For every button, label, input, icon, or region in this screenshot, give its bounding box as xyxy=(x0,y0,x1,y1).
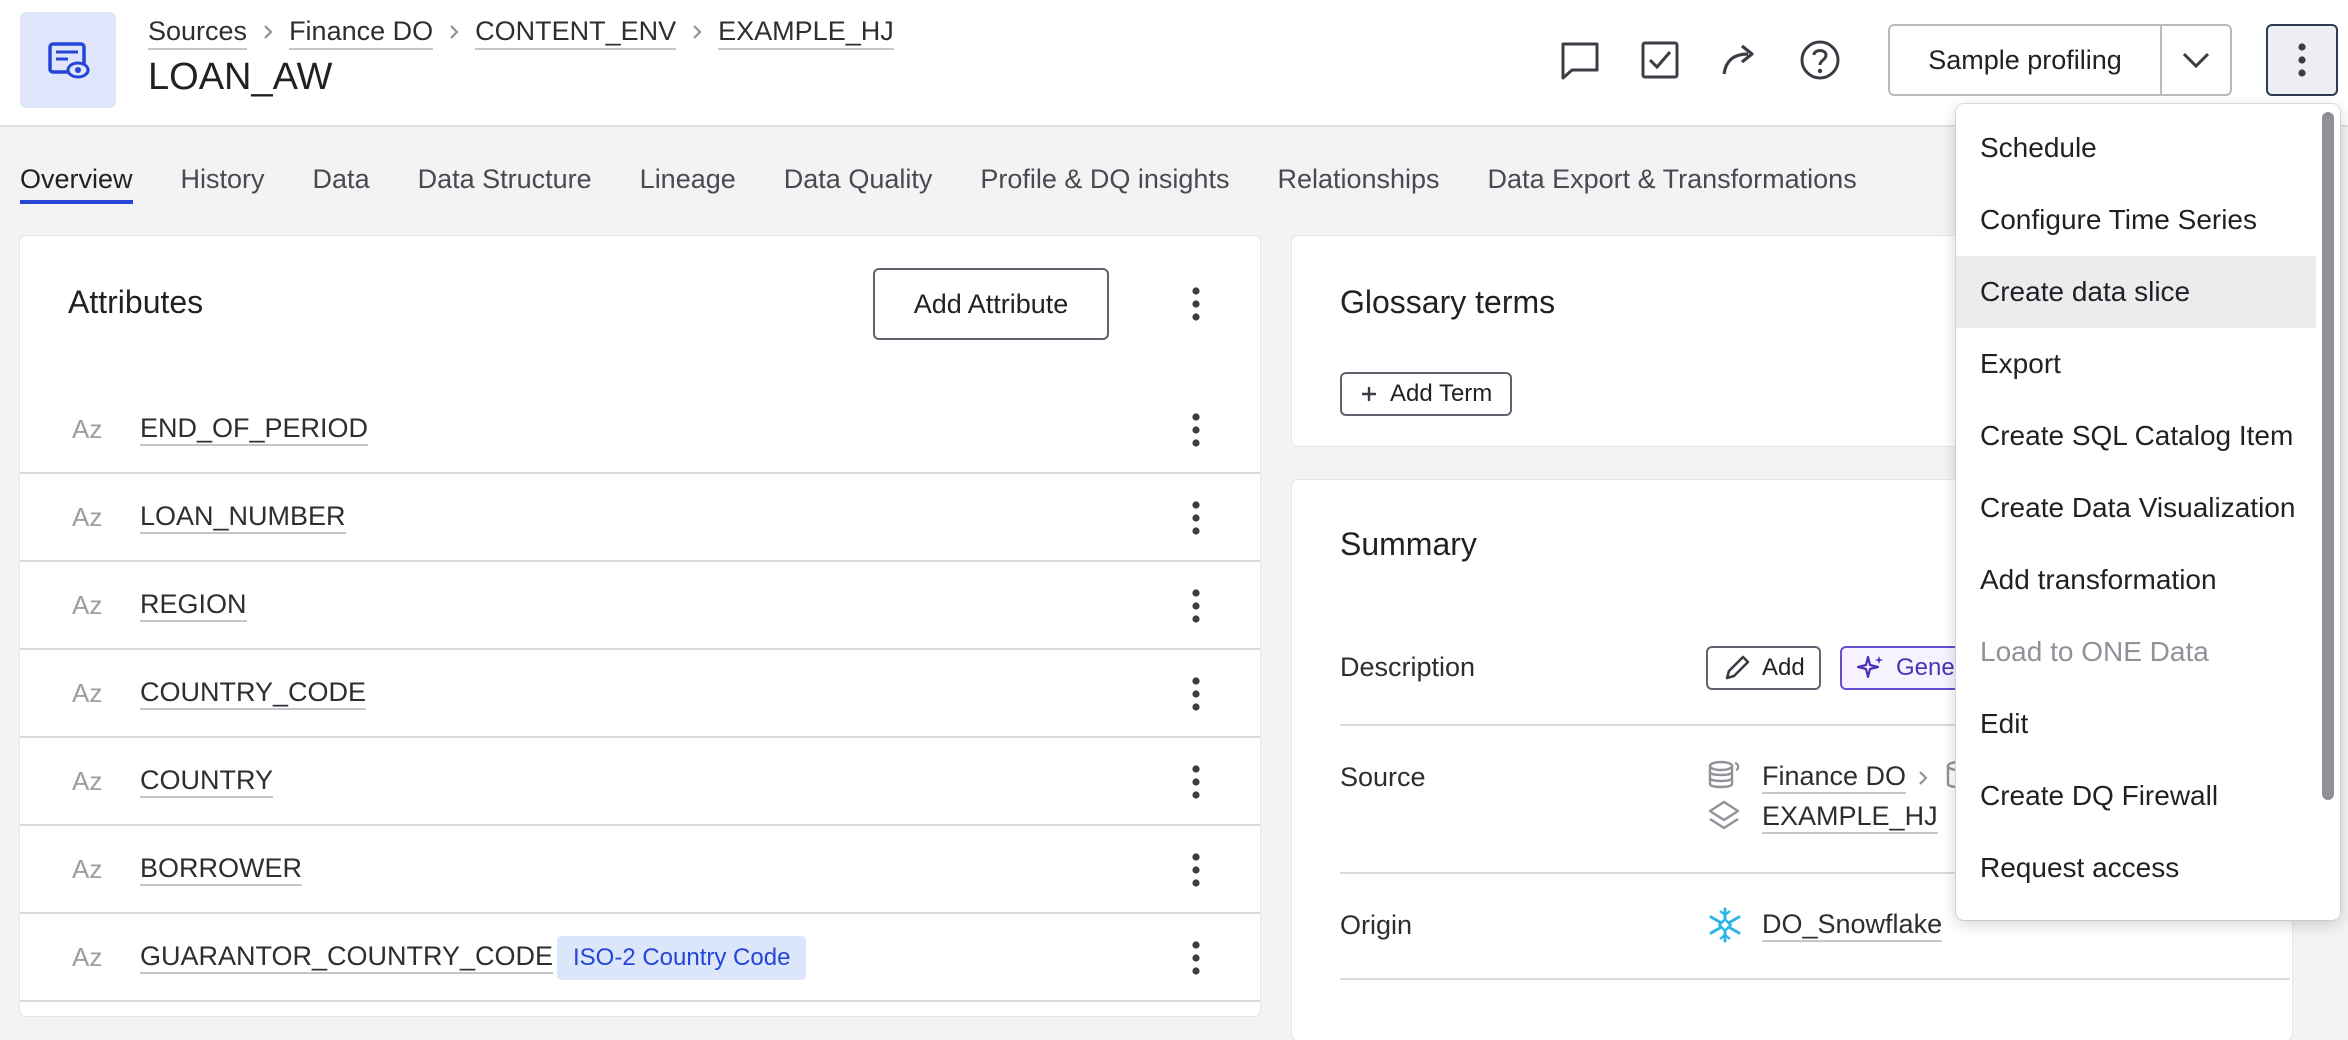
attribute-row-more-icon[interactable] xyxy=(1176,586,1216,626)
string-type-icon: Az xyxy=(72,678,103,708)
attribute-row-more-icon[interactable] xyxy=(1176,674,1216,714)
attribute-row-more-icon[interactable] xyxy=(1176,850,1216,890)
attribute-name-link[interactable]: LOAN_NUMBER xyxy=(140,500,346,534)
chevron-right-icon xyxy=(447,24,461,40)
menu-item-export[interactable]: Export xyxy=(1956,328,2316,400)
add-term-button[interactable]: Add Term xyxy=(1340,372,1513,416)
tab-lineage[interactable]: Lineage xyxy=(640,160,736,204)
layers-icon xyxy=(1706,798,1742,839)
task-checkbox-icon[interactable] xyxy=(1638,38,1682,82)
menu-item-create-sql-catalog-item[interactable]: Create SQL Catalog Item xyxy=(1956,400,2316,472)
more-actions-button[interactable] xyxy=(2266,24,2338,96)
tab-data[interactable]: Data xyxy=(313,160,370,204)
chevron-right-icon xyxy=(1916,770,1930,791)
attribute-row: Az REGION xyxy=(20,562,1260,650)
attribute-row: Az LOAN_NUMBER xyxy=(20,474,1260,562)
attribute-row-more-icon[interactable] xyxy=(1176,410,1216,450)
page-title: LOAN_AW xyxy=(148,56,333,98)
menu-item-create-data-visualization[interactable]: Create Data Visualization xyxy=(1956,472,2316,544)
comment-icon[interactable] xyxy=(1558,38,1602,82)
ai-sparkle-icon xyxy=(1856,655,1883,679)
pencil-icon xyxy=(1725,655,1750,680)
breadcrumb: Sources Finance DO CONTENT_ENV EXAMPLE_H… xyxy=(148,14,894,50)
attributes-title: Attributes xyxy=(68,284,204,320)
attribute-name-link[interactable]: COUNTRY_CODE xyxy=(140,676,367,710)
attribute-row: Az COUNTRY xyxy=(20,738,1260,826)
tab-bar: Overview History Data Data Structure Lin… xyxy=(20,160,1905,208)
attribute-row: Az GUARANTOR_COUNTRY_CODE ISO-2 Country … xyxy=(20,914,1260,1002)
add-description-label: Add xyxy=(1762,654,1805,681)
tab-data-quality[interactable]: Data Quality xyxy=(784,160,933,204)
tab-profile-dq-insights[interactable]: Profile & DQ insights xyxy=(980,160,1229,204)
glossary-term-tag[interactable]: ISO-2 Country Code xyxy=(557,936,807,980)
string-type-icon: Az xyxy=(72,942,103,972)
attribute-name-link[interactable]: COUNTRY xyxy=(140,764,274,798)
attribute-name-link[interactable]: BORROWER xyxy=(140,852,302,886)
menu-item-request-access[interactable]: Request access xyxy=(1956,832,2316,904)
origin-link[interactable]: DO_Snowflake xyxy=(1762,908,1943,942)
chevron-right-icon xyxy=(261,24,275,40)
attribute-name-link[interactable]: REGION xyxy=(140,588,247,622)
tab-data-export-transformations[interactable]: Data Export & Transformations xyxy=(1488,160,1857,204)
origin-label: Origin xyxy=(1340,910,1413,940)
menu-item-configure-time-series[interactable]: Configure Time Series xyxy=(1956,184,2316,256)
breadcrumb-sources[interactable]: Sources xyxy=(148,15,248,50)
attribute-row: Az END_OF_PERIOD xyxy=(20,386,1260,474)
source-link-example-hj[interactable]: EXAMPLE_HJ xyxy=(1762,800,1938,834)
breadcrumb-example-hj[interactable]: EXAMPLE_HJ xyxy=(718,15,894,50)
add-attribute-button[interactable]: Add Attribute xyxy=(873,268,1109,340)
database-icon xyxy=(1706,758,1742,799)
chevron-down-icon[interactable] xyxy=(2162,26,2230,94)
menu-item-schedule[interactable]: Schedule xyxy=(1956,112,2316,184)
string-type-icon: Az xyxy=(72,766,103,796)
breadcrumb-finance-do[interactable]: Finance DO xyxy=(289,15,434,50)
menu-item-create-dq-firewall[interactable]: Create DQ Firewall xyxy=(1956,760,2316,832)
snowflake-icon xyxy=(1706,906,1744,949)
source-label: Source xyxy=(1340,762,1426,792)
tab-history[interactable]: History xyxy=(181,160,265,204)
sample-profiling-button[interactable]: Sample profiling xyxy=(1890,26,2162,94)
attribute-row: Az BORROWER xyxy=(20,826,1260,914)
summary-title: Summary xyxy=(1340,526,1477,562)
attribute-row-more-icon[interactable] xyxy=(1176,938,1216,978)
menu-item-add-transformation[interactable]: Add transformation xyxy=(1956,544,2316,616)
attribute-name-link[interactable]: GUARANTOR_COUNTRY_CODE xyxy=(140,940,554,974)
menu-item-create-data-slice[interactable]: Create data slice xyxy=(1956,256,2316,328)
chevron-right-icon xyxy=(690,24,704,40)
source-link-finance-do[interactable]: Finance DO xyxy=(1762,760,1907,794)
menu-scrollbar[interactable] xyxy=(2322,112,2334,800)
string-type-icon: Az xyxy=(72,590,103,620)
string-type-icon: Az xyxy=(72,854,103,884)
tab-data-structure[interactable]: Data Structure xyxy=(418,160,592,204)
breadcrumb-content-env[interactable]: CONTENT_ENV xyxy=(475,15,677,50)
summary-divider xyxy=(1340,978,2290,980)
attributes-more-icon[interactable] xyxy=(1176,284,1216,324)
help-icon[interactable] xyxy=(1798,38,1842,82)
menu-item-load-to-one-data: Load to ONE Data xyxy=(1980,636,2209,667)
attribute-row-more-icon[interactable] xyxy=(1176,762,1216,802)
attribute-row-more-icon[interactable] xyxy=(1176,498,1216,538)
attribute-row: Az COUNTRY_CODE xyxy=(20,650,1260,738)
tab-relationships[interactable]: Relationships xyxy=(1277,160,1439,204)
attribute-name-link[interactable]: END_OF_PERIOD xyxy=(140,412,369,446)
catalog-item-icon xyxy=(20,12,116,108)
add-description-button[interactable]: Add xyxy=(1706,646,1821,690)
attributes-card: Attributes Add Attribute Az END_OF_PERIO… xyxy=(20,236,1260,1016)
sample-profiling-split-button: Sample profiling xyxy=(1888,24,2232,96)
description-label: Description xyxy=(1340,652,1476,682)
glossary-terms-title: Glossary terms xyxy=(1340,284,1556,320)
tab-overview[interactable]: Overview xyxy=(20,160,133,204)
glossary-terms-card: Glossary terms Add Term xyxy=(1292,236,1972,446)
kebab-icon xyxy=(2298,43,2306,77)
string-type-icon: Az xyxy=(72,414,103,444)
add-term-label: Add Term xyxy=(1390,380,1493,407)
share-icon[interactable] xyxy=(1718,38,1762,82)
string-type-icon: Az xyxy=(72,502,103,532)
more-actions-menu: Schedule Configure Time Series Create da… xyxy=(1956,104,2340,920)
plus-icon xyxy=(1362,387,1376,401)
generate-description-label: Gener xyxy=(1896,654,1963,681)
menu-item-edit[interactable]: Edit xyxy=(1956,688,2316,760)
